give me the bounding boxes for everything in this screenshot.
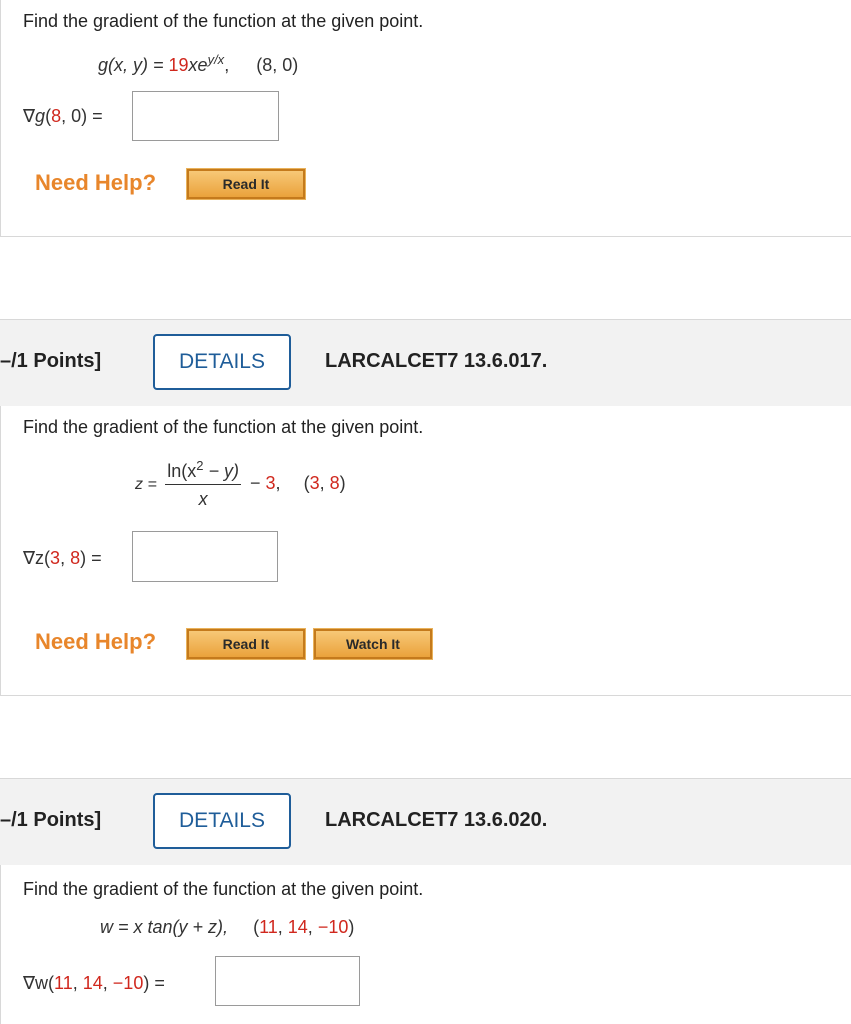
formula-exponent: y/x <box>207 52 225 67</box>
details-button[interactable]: DETAILS <box>153 334 291 390</box>
function-formula: w = x tan(y + z), (11, 14, −10) <box>100 917 354 938</box>
need-help-label: Need Help? <box>35 170 157 195</box>
question-id: LARCALCET7 13.6.020. <box>325 809 548 831</box>
need-help-label: Need Help? <box>35 629 157 654</box>
formula-variable: xe <box>188 55 208 75</box>
formula-lhs: g(x, y) = <box>98 55 169 75</box>
formula-constant: 3 <box>265 472 276 493</box>
formula-coefficient: 19 <box>168 55 189 75</box>
given-point: (3, 8) <box>303 472 346 493</box>
details-button[interactable]: DETAILS <box>153 793 291 849</box>
question-3-header: –/1 Points] DETAILS LARCALCET7 13.6.020. <box>0 778 851 866</box>
fraction-numerator: ln(x2 − y) <box>165 458 241 485</box>
question-1-body: Find the gradient of the function at the… <box>0 0 851 237</box>
answer-input[interactable] <box>132 91 279 141</box>
question-prompt: Find the gradient of the function at the… <box>23 879 424 899</box>
answer-label: ∇w(11, 14, −10) = <box>23 973 165 993</box>
question-2-body: Find the gradient of the function at the… <box>0 406 851 696</box>
points-label: –/1 Points] <box>0 350 102 372</box>
formula-expression: w = x tan(y + z), <box>100 917 229 937</box>
question-2-header: –/1 Points] DETAILS LARCALCET7 13.6.017. <box>0 319 851 407</box>
nabla-symbol: ∇ <box>23 106 36 126</box>
read-it-button[interactable]: Read It <box>186 628 306 660</box>
formula-lhs: z = <box>135 475 162 493</box>
answer-label: ∇g(8, 0) = <box>23 106 103 126</box>
function-formula: z = ln(x2 − y) x − 3, (3, 8) <box>135 458 346 510</box>
answer-input[interactable] <box>132 531 278 582</box>
read-it-button[interactable]: Read It <box>186 168 306 200</box>
question-prompt: Find the gradient of the function at the… <box>23 11 424 31</box>
question-3-body: Find the gradient of the function at the… <box>0 865 851 1024</box>
question-prompt: Find the gradient of the function at the… <box>23 417 424 437</box>
given-point: (8, 0) <box>256 55 299 75</box>
answer-label: ∇z(3, 8) = <box>23 548 102 568</box>
answer-input[interactable] <box>215 956 360 1006</box>
watch-it-button[interactable]: Watch It <box>313 628 433 660</box>
given-point: (11, 14, −10) <box>253 917 355 937</box>
formula-fraction: ln(x2 − y) x <box>165 458 241 510</box>
question-id: LARCALCET7 13.6.017. <box>325 350 548 372</box>
points-label: –/1 Points] <box>0 809 102 831</box>
fraction-denominator: x <box>198 489 208 509</box>
function-formula: g(x, y) = 19xey/x, (8, 0) <box>98 52 299 75</box>
